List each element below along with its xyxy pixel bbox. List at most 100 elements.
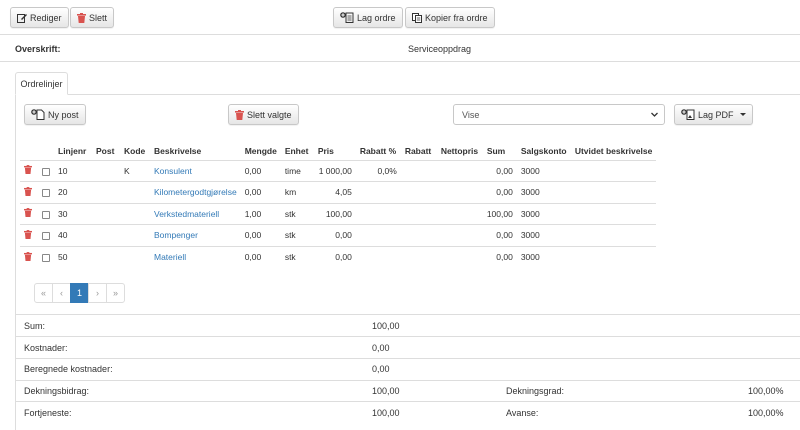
row-delete-cell [20, 159, 38, 182]
cell-mengde: 0,00 [240, 159, 281, 182]
cell-linjenr: 30 [54, 202, 92, 225]
cell-utvidet [570, 181, 657, 203]
cell-rabatt [400, 245, 437, 268]
cell-sum: 0,00 [482, 181, 517, 203]
cell-enhet: km [280, 181, 314, 203]
summary-divider [15, 336, 800, 337]
cell-rabatt [400, 181, 437, 203]
delete-button[interactable]: Slett [70, 7, 115, 28]
col-post: Post [96, 146, 115, 157]
cell-enhet: stk [280, 245, 314, 268]
page-current-button[interactable]: 1 [70, 283, 89, 303]
cell-linjenr: 10 [54, 159, 92, 182]
trash-icon[interactable] [24, 165, 32, 175]
delete-selected-button[interactable]: Slett valgte [228, 104, 299, 125]
cell-post [92, 245, 120, 268]
create-order-button[interactable]: Lag ordre [333, 7, 403, 28]
cell-salgskonto: 3000 [516, 181, 571, 203]
col-rabatt-pct: Rabatt % [359, 146, 397, 157]
overskrift-value: Serviceoppdrag [408, 44, 472, 54]
cell-rabatt [400, 224, 437, 246]
cell-rabatt-pct: 0,0% [355, 159, 401, 182]
cell-nettopris [436, 245, 483, 268]
page-next-button[interactable]: › [88, 283, 107, 303]
cell-beskrivelse[interactable]: Kilometergodtgjørelse [150, 181, 241, 203]
cell-salgskonto: 3000 [516, 202, 571, 225]
summary-divider [15, 380, 800, 381]
table-row: 10 K Konsulent 0,00 time 1 000,00 0,0% 0,00 3000 [20, 159, 657, 182]
avanse-label: Avanse: [506, 408, 539, 418]
page-last-button[interactable]: » [106, 283, 125, 303]
row-checkbox[interactable] [42, 167, 50, 176]
beregnede-label: Beregnede kostnader: [24, 364, 113, 374]
edit-icon [17, 13, 27, 23]
row-select-cell [38, 245, 54, 268]
col-select [38, 143, 54, 160]
toolbar-divider [0, 34, 800, 35]
dekningsbidrag-label: Dekningsbidrag: [24, 386, 90, 396]
col-sum: Sum [486, 146, 506, 157]
cell-nettopris [436, 202, 483, 225]
cell-enhet: stk [280, 224, 314, 246]
row-delete-cell [20, 224, 38, 246]
trash-icon[interactable] [24, 251, 32, 261]
create-pdf-label: Lag PDF [698, 109, 734, 120]
page-first-button[interactable]: « [34, 283, 53, 303]
edit-button[interactable]: Rediger [10, 7, 69, 28]
view-select[interactable]: Vise [453, 104, 665, 125]
cell-sum: 0,00 [482, 245, 517, 268]
cell-post [92, 224, 120, 246]
new-post-button[interactable]: Ny post [24, 104, 86, 125]
cell-beskrivelse[interactable]: Verkstedmateriell [150, 202, 241, 225]
dekningsgrad-value: 100,00% [748, 386, 784, 396]
summary-divider [15, 358, 800, 359]
page-prev-button[interactable]: ‹ [52, 283, 71, 303]
table-row: 40 Bompenger 0,00 stk 0,00 0,00 3000 [20, 224, 657, 246]
trash-icon[interactable] [24, 208, 32, 218]
table-row: 50 Materiell 0,00 stk 0,00 0,00 3000 [20, 245, 657, 268]
dekningsbidrag-value: 100,00 [372, 386, 400, 396]
cell-utvidet [570, 245, 657, 268]
create-pdf-button[interactable]: Lag PDF [674, 104, 753, 125]
cell-utvidet [570, 159, 657, 182]
row-checkbox[interactable] [42, 210, 50, 219]
col-utvidet: Utvidet beskrivelse [574, 146, 653, 157]
col-salgskonto: Salgskonto [520, 146, 567, 157]
col-mengde: Mengde [244, 146, 277, 157]
cell-salgskonto: 3000 [516, 224, 571, 246]
cell-nettopris [436, 159, 483, 182]
copy-from-order-button[interactable]: Kopier fra ordre [405, 7, 495, 28]
trash-icon[interactable] [24, 229, 32, 239]
cell-kode [120, 224, 150, 246]
cell-mengde: 1,00 [240, 202, 281, 225]
table-header-row: Linjenr Post Kode Beskrivelse Mengde Enh… [20, 143, 656, 160]
col-actions [20, 143, 38, 160]
cell-mengde: 0,00 [240, 224, 281, 246]
row-delete-cell [20, 202, 38, 225]
cell-kode [120, 202, 150, 225]
row-select-cell [38, 202, 54, 225]
row-checkbox[interactable] [42, 232, 50, 240]
cell-pris: 0,00 [313, 224, 356, 246]
row-checkbox[interactable] [42, 189, 50, 197]
table-row: 20 Kilometergodtgjørelse 0,00 km 4,05 0,00 300… [20, 181, 657, 203]
cell-kode [120, 181, 150, 203]
overskrift-label: Overskrift: [15, 44, 61, 54]
delete-label: Slett [89, 12, 108, 23]
tab-ordrelinjer[interactable]: Ordrelinjer [15, 72, 68, 95]
cell-salgskonto: 3000 [516, 245, 571, 268]
cell-sum: 0,00 [482, 224, 517, 246]
copy-from-order-label: Kopier fra ordre [425, 12, 488, 23]
row-checkbox[interactable] [42, 253, 50, 262]
edit-label: Rediger [30, 12, 62, 23]
trash-icon[interactable] [24, 186, 32, 196]
cell-beskrivelse[interactable]: Konsulent [150, 159, 241, 182]
cell-beskrivelse[interactable]: Materiell [150, 245, 241, 268]
cell-pris: 0,00 [313, 245, 356, 268]
trash-icon [77, 12, 86, 23]
row-delete-cell [20, 181, 38, 203]
view-select-value: Vise [462, 109, 480, 120]
cell-sum: 100,00 [482, 202, 517, 225]
cell-rabatt [400, 159, 437, 182]
cell-beskrivelse[interactable]: Bompenger [150, 224, 241, 246]
